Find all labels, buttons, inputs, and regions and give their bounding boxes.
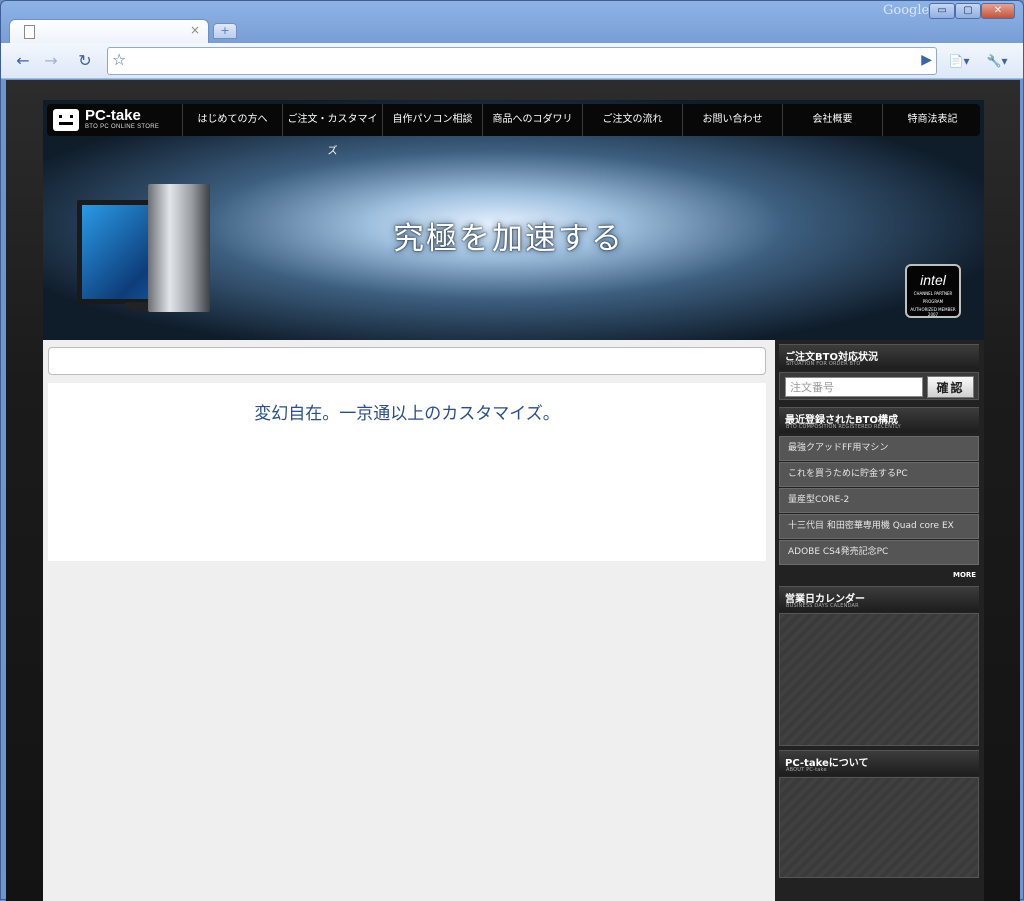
tab-close-icon[interactable]: × bbox=[190, 23, 200, 37]
page-icon bbox=[24, 25, 35, 39]
intel-badge-line: CHANNEL PARTNER bbox=[913, 291, 953, 296]
bto-list-item[interactable]: 最強クアッドFF用マシン bbox=[779, 436, 979, 461]
bookmark-star-icon[interactable]: ☆ bbox=[112, 50, 126, 69]
intro-section: 変幻自在。一京通以上のカスタマイズ。 bbox=[48, 383, 766, 561]
browser-toolbar: ← → ↻ ☆ ▶ 📄▾ 🔧▾ bbox=[1, 43, 1023, 79]
nav-item-order-customize[interactable]: ご注文・カスタマイズ bbox=[282, 104, 382, 157]
bto-list-item[interactable]: これを買うために貯金するPC bbox=[779, 462, 979, 487]
new-tab-button[interactable]: + bbox=[213, 23, 237, 39]
bto-list-item[interactable]: 十三代目 和田密華専用機 Quad core EX bbox=[779, 514, 979, 539]
more-link[interactable]: MORE bbox=[953, 571, 976, 579]
back-icon[interactable]: ← bbox=[11, 49, 35, 73]
go-icon[interactable]: ▶ bbox=[921, 52, 932, 68]
order-status-subtitle: SITUATION FOR ORDER BTO bbox=[786, 361, 861, 367]
calendar-panel bbox=[779, 613, 979, 746]
global-nav: PC-take BTO PC ONLINE STORE はじめての方へ ご注文・… bbox=[47, 104, 982, 157]
intel-partner-badge: intel CHANNEL PARTNER PROGRAM AUTHORIZED… bbox=[905, 264, 961, 318]
main-content: 変幻自在。一京通以上のカスタマイズ。 bbox=[43, 340, 775, 901]
site-header: PC-take BTO PC ONLINE STORE はじめての方へ ご注文・… bbox=[43, 100, 984, 340]
nav-item-order-flow[interactable]: ご注文の流れ bbox=[582, 104, 682, 136]
site-logo[interactable]: PC-take BTO PC ONLINE STORE bbox=[53, 107, 173, 133]
nav-item-beginners[interactable]: はじめての方へ bbox=[182, 104, 282, 136]
nav-item-contact[interactable]: お問い合わせ bbox=[682, 104, 782, 136]
logo-name: PC-take bbox=[85, 107, 141, 124]
hero-tagline: 究極を加速する bbox=[393, 221, 624, 257]
maximize-button[interactable]: ▢ bbox=[955, 3, 981, 19]
browser-window: × + Google ▭ ▢ ✕ ← → ↻ ☆ ▶ 📄▾ 🔧▾ PC-take bbox=[0, 0, 1024, 901]
browser-brand: Google bbox=[883, 3, 930, 18]
page-viewport: PC-take BTO PC ONLINE STORE はじめての方へ ご注文・… bbox=[6, 80, 1020, 901]
confirm-button[interactable]: 確認 bbox=[927, 376, 974, 398]
order-status-header: ご注文BTO対応状況 SITUATION FOR ORDER BTO bbox=[779, 344, 979, 370]
browser-tab[interactable]: × bbox=[9, 19, 209, 43]
about-subtitle: ABOUT PC-take bbox=[786, 767, 827, 773]
about-panel bbox=[779, 777, 979, 878]
nav-menu: はじめての方へ ご注文・カスタマイズ 自作パソコン相談 商品へのコダワリ ご注文… bbox=[182, 104, 982, 157]
recent-bto-subtitle: BTO COMPOSITION REGISTERED RECENTLY bbox=[786, 424, 901, 430]
bto-list-item[interactable]: 量産型CORE-2 bbox=[779, 488, 979, 513]
bto-list-item[interactable]: ADOBE CS4発売記念PC bbox=[779, 540, 979, 565]
page-menu-icon[interactable]: 📄▾ bbox=[945, 49, 973, 73]
nav-item-legal[interactable]: 特商法表記 bbox=[882, 104, 982, 136]
calendar-header: 営業日カレンダー BUSINESS DAYS CALENDAR bbox=[779, 586, 979, 612]
intel-logo: intel bbox=[920, 272, 946, 288]
sidebar: ご注文BTO対応状況 SITUATION FOR ORDER BTO 確認 最近… bbox=[775, 340, 984, 901]
order-number-input[interactable] bbox=[785, 377, 923, 397]
address-input[interactable] bbox=[138, 50, 908, 72]
minimize-button[interactable]: ▭ bbox=[929, 3, 955, 19]
reload-icon[interactable]: ↻ bbox=[73, 49, 97, 73]
logo-face-icon bbox=[53, 109, 79, 131]
forward-icon[interactable]: → bbox=[39, 49, 63, 73]
intel-badge-line: PROGRAM bbox=[922, 299, 944, 304]
recent-bto-header: 最近登録されたBTO構成 BTO COMPOSITION REGISTERED … bbox=[779, 407, 979, 433]
order-lookup-form: 確認 bbox=[779, 372, 979, 400]
recent-bto-list: 最強クアッドFF用マシン これを買うために貯金するPC 量産型CORE-2 十三… bbox=[779, 436, 979, 566]
address-bar[interactable]: ☆ ▶ bbox=[107, 47, 937, 75]
title-bar: × + Google ▭ ▢ ✕ bbox=[1, 1, 1023, 43]
content-search-bar[interactable] bbox=[48, 347, 766, 375]
intel-badge-line: AUTHORIZED MEMBER 2007 bbox=[910, 307, 956, 317]
logo-subtitle: BTO PC ONLINE STORE bbox=[85, 124, 160, 130]
nav-item-company[interactable]: 会社概要 bbox=[782, 104, 882, 136]
nav-item-diy-consult[interactable]: 自作パソコン相談 bbox=[382, 104, 482, 136]
site-container: PC-take BTO PC ONLINE STORE はじめての方へ ご注文・… bbox=[43, 100, 984, 901]
calendar-subtitle: BUSINESS DAYS CALENDAR bbox=[786, 603, 859, 609]
close-window-button[interactable]: ✕ bbox=[981, 3, 1015, 19]
intro-heading: 変幻自在。一京通以上のカスタマイズ。 bbox=[254, 404, 560, 424]
tools-menu-icon[interactable]: 🔧▾ bbox=[981, 49, 1013, 73]
hero-pc-tower-image bbox=[148, 184, 210, 312]
about-header: PC-takeについて ABOUT PC-take bbox=[779, 750, 979, 776]
nav-item-product-commitment[interactable]: 商品へのコダワリ bbox=[482, 104, 582, 136]
